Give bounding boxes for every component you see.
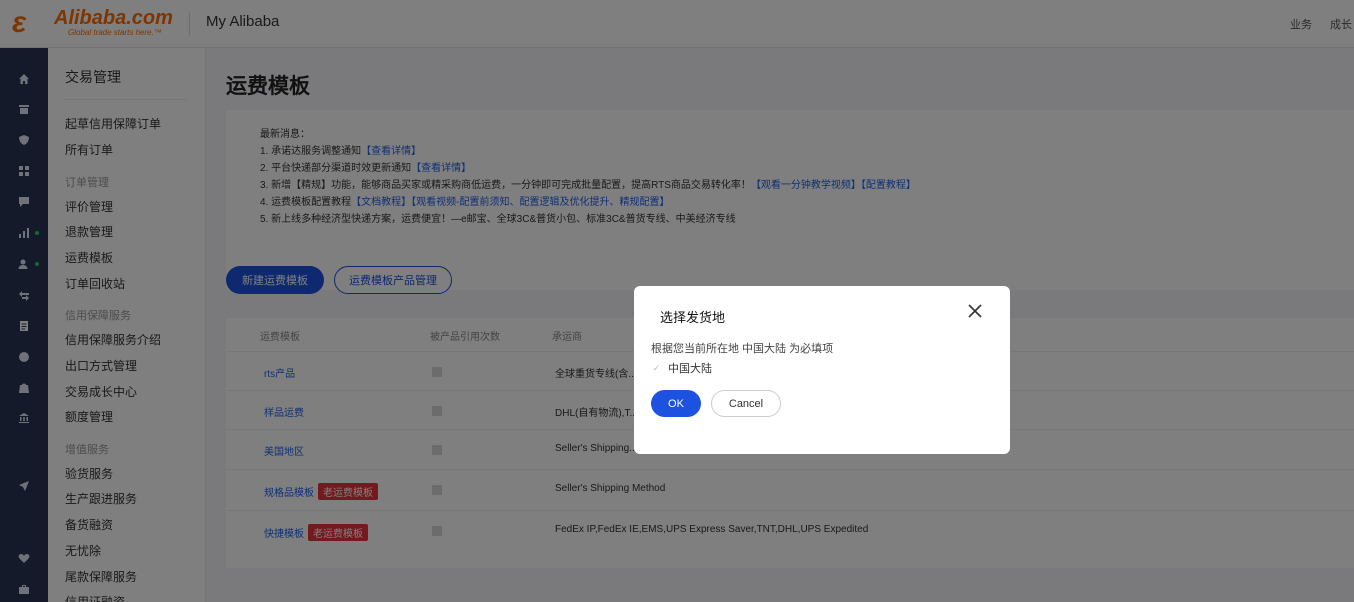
cancel-button[interactable]: Cancel	[711, 390, 781, 417]
ok-button[interactable]: OK	[651, 390, 701, 417]
dialog-description: 根据您当前所在地 中国大陆 为必填项	[651, 343, 834, 355]
dialog-title: 选择发货地	[660, 310, 726, 325]
close-icon[interactable]	[968, 304, 984, 320]
mainland-china-checkbox-row[interactable]: ✓ 中国大陆	[651, 360, 712, 376]
checkmark-icon[interactable]: ✓	[651, 363, 662, 374]
checkbox-label: 中国大陆	[668, 363, 712, 375]
ship-from-dialog: 选择发货地 根据您当前所在地 中国大陆 为必填项 ✓ 中国大陆 OK Cance…	[634, 286, 1010, 454]
